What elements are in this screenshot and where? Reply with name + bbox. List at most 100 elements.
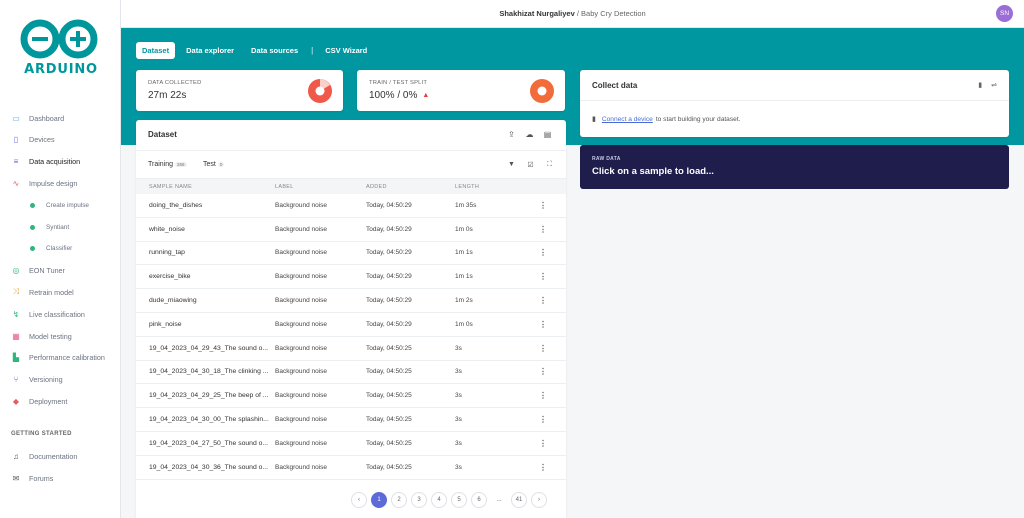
sidebar-item-eon-tuner[interactable]: ◎ EON Tuner <box>0 261 121 281</box>
cloud-download-icon[interactable]: ☁ <box>525 130 534 139</box>
table-row[interactable]: 19_04_2023_04_30_00_The splashin... Backg… <box>136 408 566 432</box>
divider <box>136 150 566 151</box>
device-icon[interactable]: ▮ <box>978 81 982 89</box>
sidebar-item-documentation[interactable]: ♫ Documentation <box>0 446 121 466</box>
subtab-test-count: 0 <box>217 162 225 167</box>
table-row[interactable]: pink_noise Background noise Today, 04:50:2… <box>136 313 566 337</box>
bullet-icon <box>30 224 35 230</box>
page-button[interactable]: 5 <box>451 492 467 508</box>
train-test-split-value: 100% / 0% ▲ <box>369 90 429 101</box>
sample-label: Background noise <box>275 273 328 281</box>
warning-icon[interactable]: ▲ <box>422 92 429 99</box>
sidebar-item-label: Dashboard <box>29 113 65 123</box>
table-row[interactable]: 19_04_2023_04_29_25_The beep of ... Backg… <box>136 384 566 409</box>
sidebar-item-live-classification[interactable]: ↯ Live classification <box>0 304 121 324</box>
select-icon[interactable]: ☑ <box>526 161 535 169</box>
more-options-icon[interactable]: ⋮ <box>537 296 549 305</box>
table-row[interactable]: white_noise Background noise Today, 04:50:… <box>136 218 566 242</box>
avatar[interactable]: SN <box>996 5 1013 22</box>
tab-separator: | <box>311 46 314 55</box>
train-test-split-card: TRAIN / TEST SPLIT 100% / 0% ▲ <box>357 70 565 111</box>
sample-added: Today, 04:50:29 <box>366 249 412 257</box>
dataset-tools: ▼ ☑ ⛶ <box>507 161 554 169</box>
column-length[interactable]: LENGTH <box>455 184 537 190</box>
sidebar-item-impulse-design[interactable]: ∿ Impulse design <box>0 173 121 193</box>
collect-data-actions: ▮ ⇌ <box>978 81 997 89</box>
tab-data-sources[interactable]: Data sources <box>245 42 304 59</box>
expand-icon[interactable]: ⛶ <box>545 161 554 169</box>
sidebar-item-retrain-model[interactable]: ⤨ Retrain model <box>0 282 121 302</box>
more-options-icon[interactable]: ⋮ <box>537 439 549 448</box>
page-button[interactable]: 41 <box>511 492 527 508</box>
page-button[interactable]: 4 <box>431 492 447 508</box>
usb-icon[interactable]: ⇌ <box>991 81 997 89</box>
table-row[interactable]: 19_04_2023_04_30_36_The sound o... Backgr… <box>136 456 566 480</box>
table-row[interactable]: 19_04_2023_04_29_43_The sound o... Backgr… <box>136 337 566 361</box>
subtab-training[interactable]: Training 268 <box>148 161 187 168</box>
table-row[interactable]: running_tap Background noise Today, 04:50:… <box>136 242 566 266</box>
prev-page-button[interactable]: ‹ <box>351 492 367 508</box>
sample-name: 19_04_2023_04_29_43_The sound o... <box>149 344 269 352</box>
breadcrumb-separator: / <box>576 9 579 18</box>
more-options-icon[interactable]: ⋮ <box>537 248 549 257</box>
page-button[interactable]: 1 <box>371 492 387 508</box>
more-options-icon[interactable]: ⋮ <box>537 391 549 400</box>
upload-icon[interactable]: ⇪ <box>507 130 516 139</box>
more-options-icon[interactable]: ⋮ <box>537 463 549 472</box>
sidebar-item-classifier[interactable]: Classifier <box>0 239 121 259</box>
more-options-icon[interactable]: ⋮ <box>537 367 549 376</box>
filter-icon[interactable]: ▼ <box>507 161 516 169</box>
column-label[interactable]: LABEL <box>275 184 366 190</box>
table-body: doing_the_dishes Background noise Today, 0… <box>136 194 566 480</box>
more-options-icon[interactable]: ⋮ <box>537 201 549 210</box>
sample-length: 1m 1s <box>455 249 473 257</box>
sidebar-item-versioning[interactable]: ⑂ Versioning <box>0 370 121 390</box>
tab-csv-wizard[interactable]: CSV Wizard <box>319 42 373 59</box>
sidebar-item-devices[interactable]: ▯ Devices <box>0 130 121 150</box>
tab-data-explorer[interactable]: Data explorer <box>180 42 240 59</box>
file-icon[interactable]: ▤ <box>543 130 552 139</box>
column-sample-name[interactable]: SAMPLE NAME <box>149 184 275 190</box>
sample-name: dude_miaowing <box>149 297 197 305</box>
page-button[interactable]: 6 <box>471 492 487 508</box>
sidebar-item-dashboard[interactable]: ▭ Dashboard <box>0 108 121 128</box>
sidebar-item-data-acquisition[interactable]: ≡ Data acquisition <box>0 152 121 172</box>
sidebar-item-forums[interactable]: ✉ Forums <box>0 468 121 488</box>
page-button[interactable]: 2 <box>391 492 407 508</box>
sample-added: Today, 04:50:25 <box>366 368 412 376</box>
tab-dataset[interactable]: Dataset <box>136 42 176 59</box>
sample-name: 19_04_2023_04_30_18_The clinking ... <box>149 368 269 376</box>
sample-length: 3s <box>455 368 462 376</box>
page-button[interactable]: 3 <box>411 492 427 508</box>
connect-device-link[interactable]: Connect a device <box>602 116 653 123</box>
sidebar-item-deployment[interactable]: ◆ Deployment <box>0 391 121 411</box>
sample-label: Background noise <box>275 392 328 400</box>
table-row[interactable]: dude_miaowing Background noise Today, 04:5… <box>136 289 566 313</box>
versioning-icon: ⑂ <box>13 375 19 385</box>
collect-data-title: Collect data <box>592 81 638 90</box>
sidebar-item-syntiant[interactable]: Syntiant <box>0 217 121 237</box>
sidebar-item-label: Model testing <box>29 331 72 341</box>
subtab-test[interactable]: Test 0 <box>203 161 225 168</box>
sample-name: pink_noise <box>149 320 182 328</box>
sidebar-item-label: Documentation <box>29 451 78 461</box>
sidebar-item-label: Create impulse <box>46 201 89 209</box>
breadcrumb-project[interactable]: Baby Cry Detection <box>581 9 646 18</box>
sample-name: 19_04_2023_04_27_50_The sound o... <box>149 439 269 447</box>
sidebar-item-model-testing[interactable]: ▦ Model testing <box>0 326 121 346</box>
table-row[interactable]: 19_04_2023_04_30_18_The clinking ... Back… <box>136 361 566 385</box>
more-options-icon[interactable]: ⋮ <box>537 415 549 424</box>
more-options-icon[interactable]: ⋮ <box>537 320 549 329</box>
table-row[interactable]: exercise_bike Background noise Today, 04:5… <box>136 265 566 290</box>
more-options-icon[interactable]: ⋮ <box>537 272 549 281</box>
more-options-icon[interactable]: ⋮ <box>537 344 549 353</box>
more-options-icon[interactable]: ⋮ <box>537 225 549 234</box>
column-added[interactable]: ADDED <box>366 184 455 190</box>
sidebar-item-create-impulse[interactable]: Create impulse <box>0 195 121 215</box>
breadcrumb-user[interactable]: Shakhizat Nurgaliyev <box>499 9 574 18</box>
sidebar-item-performance-calibration[interactable]: ▙ Performance calibration <box>0 348 121 368</box>
train-test-split-text: 100% / 0% <box>369 90 418 101</box>
table-row[interactable]: doing_the_dishes Background noise Today, 0… <box>136 194 566 218</box>
next-page-button[interactable]: › <box>531 492 547 508</box>
table-row[interactable]: 19_04_2023_04_27_50_The sound o... Backgr… <box>136 432 566 456</box>
